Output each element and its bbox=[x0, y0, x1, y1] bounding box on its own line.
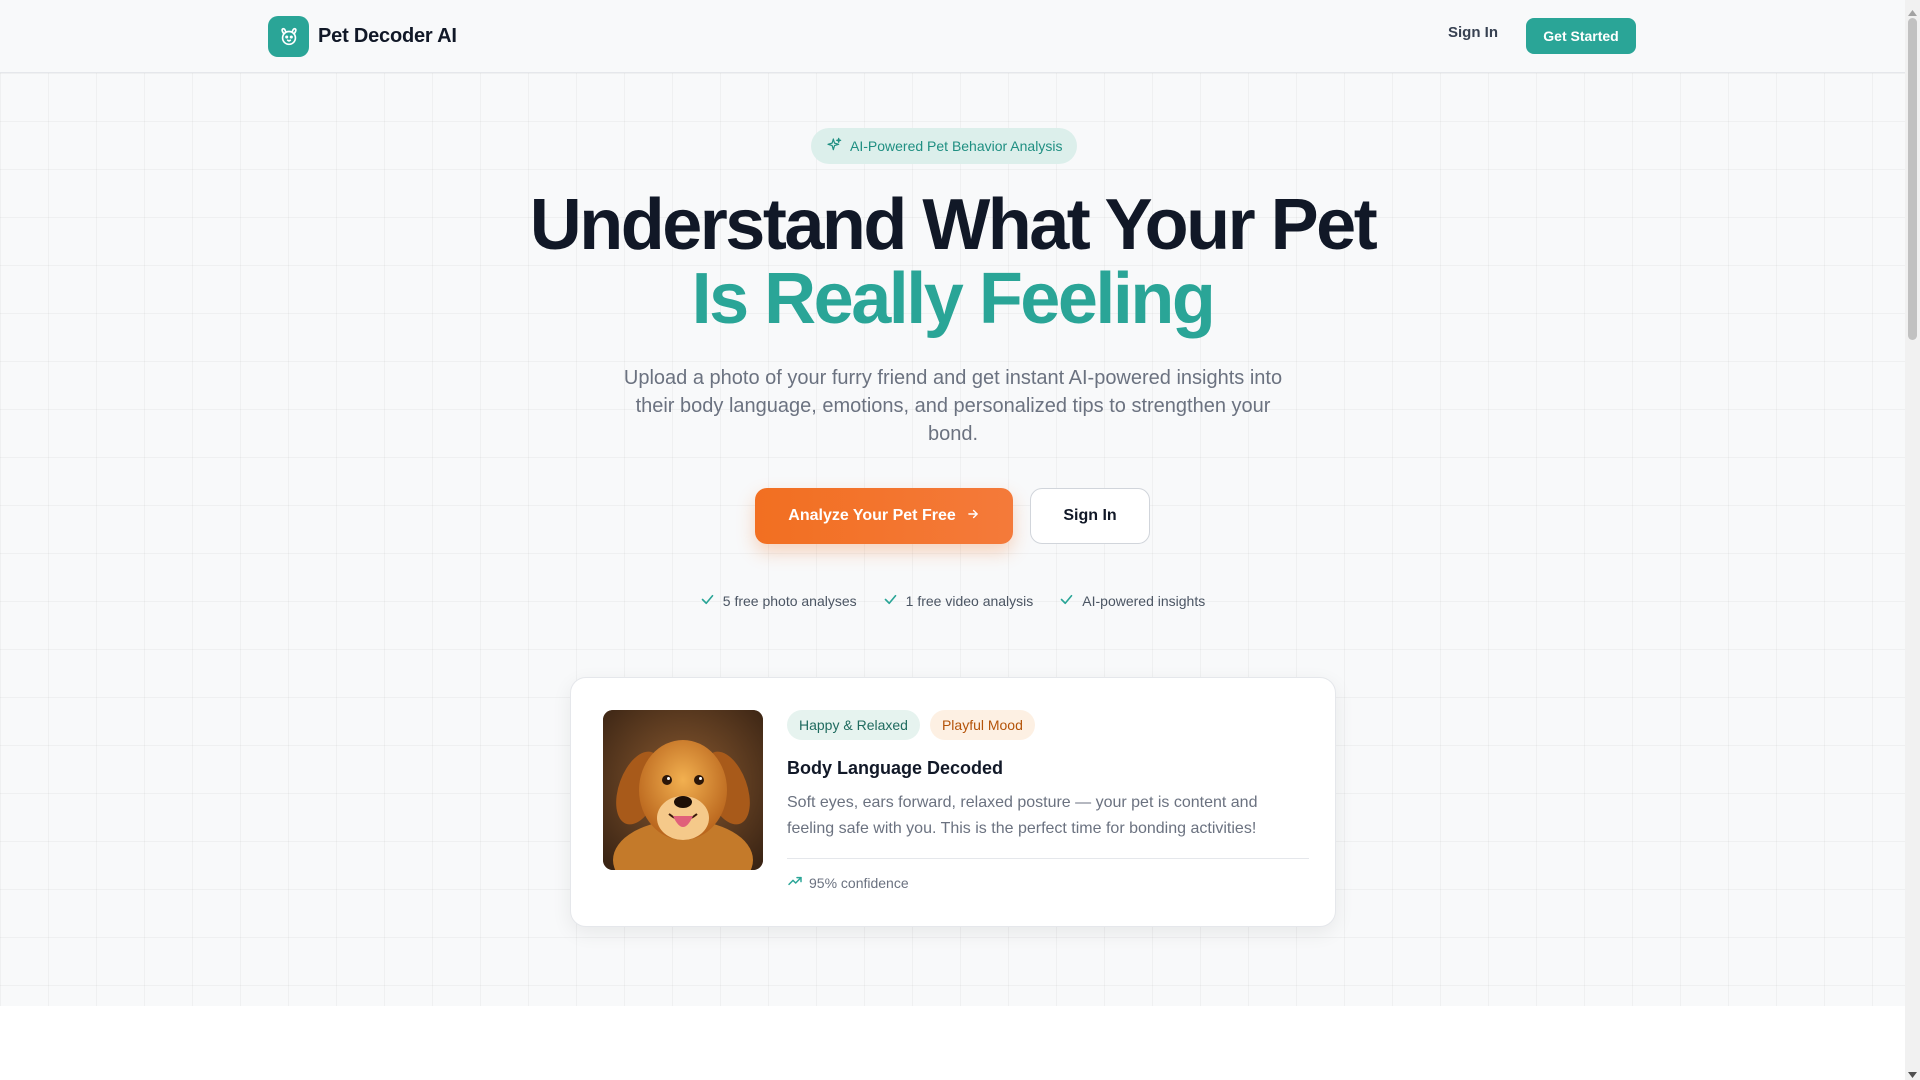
divider bbox=[787, 858, 1309, 859]
top-navbar: Pet Decoder AI Sign In Get Started bbox=[0, 0, 1905, 73]
confidence-text: 95% confidence bbox=[809, 874, 909, 891]
mood-tag: Happy & Relaxed bbox=[787, 710, 920, 740]
scroll-up-icon[interactable] bbox=[1908, 4, 1917, 16]
card-description: Soft eyes, ears forward, relaxed posture… bbox=[787, 794, 1258, 837]
analysis-preview-card: Happy & Relaxed Playful Mood Body Langua… bbox=[570, 677, 1336, 927]
card-title: Body Language Decoded bbox=[787, 758, 1004, 778]
feature-label: AI-powered insights bbox=[1082, 593, 1206, 609]
next-section bbox=[0, 1006, 1905, 1080]
feature-badge: AI-Powered Pet Behavior Analysis bbox=[811, 128, 1078, 164]
feature-list: 5 free photo analyses 1 free video analy… bbox=[0, 592, 1905, 610]
headline-line-2: Is Really Feeling bbox=[691, 259, 1216, 339]
badge-text: AI-Powered Pet Behavior Analysis bbox=[850, 138, 1063, 154]
check-icon bbox=[1059, 592, 1074, 610]
analyze-pet-button[interactable]: Analyze Your Pet Free bbox=[755, 488, 1013, 544]
hero-subtitle: Upload a photo of your furry friend and … bbox=[623, 367, 1283, 445]
scrollbar-thumb[interactable] bbox=[1908, 18, 1917, 340]
feature-label: 1 free video analysis bbox=[905, 593, 1034, 609]
analyze-button-label: Analyze Your Pet Free bbox=[788, 507, 956, 524]
headline-line-1: Understand What Your Pet bbox=[529, 185, 1378, 265]
hero-headline: Understand What Your Pet Is Really Feeli… bbox=[0, 188, 1905, 336]
feature-item: 5 free photo analyses bbox=[700, 592, 857, 610]
mood-tags: Happy & Relaxed Playful Mood bbox=[787, 710, 1035, 740]
feature-label: 5 free photo analyses bbox=[722, 593, 857, 609]
pet-photo bbox=[603, 710, 763, 870]
confidence-row: 95% confidence bbox=[787, 873, 909, 892]
hero-signin-button[interactable]: Sign In bbox=[1030, 488, 1150, 544]
trending-up-icon bbox=[787, 873, 803, 892]
feature-item: AI-powered insights bbox=[1059, 592, 1205, 610]
get-started-button[interactable]: Get Started bbox=[1526, 18, 1636, 54]
scroll-down-icon[interactable] bbox=[1908, 1066, 1917, 1078]
check-icon bbox=[700, 592, 715, 610]
paw-face-icon bbox=[268, 16, 309, 57]
brand-name: Pet Decoder AI bbox=[318, 25, 457, 47]
mood-tag: Playful Mood bbox=[929, 710, 1035, 740]
feature-item: 1 free video analysis bbox=[883, 592, 1034, 610]
page-scrollbar[interactable] bbox=[1905, 0, 1920, 1080]
brand[interactable]: Pet Decoder AI bbox=[268, 16, 457, 57]
check-icon bbox=[883, 592, 898, 610]
nav-signin-link[interactable]: Sign In bbox=[1448, 24, 1498, 41]
sparkles-icon bbox=[826, 137, 842, 156]
arrow-right-icon bbox=[966, 507, 980, 526]
